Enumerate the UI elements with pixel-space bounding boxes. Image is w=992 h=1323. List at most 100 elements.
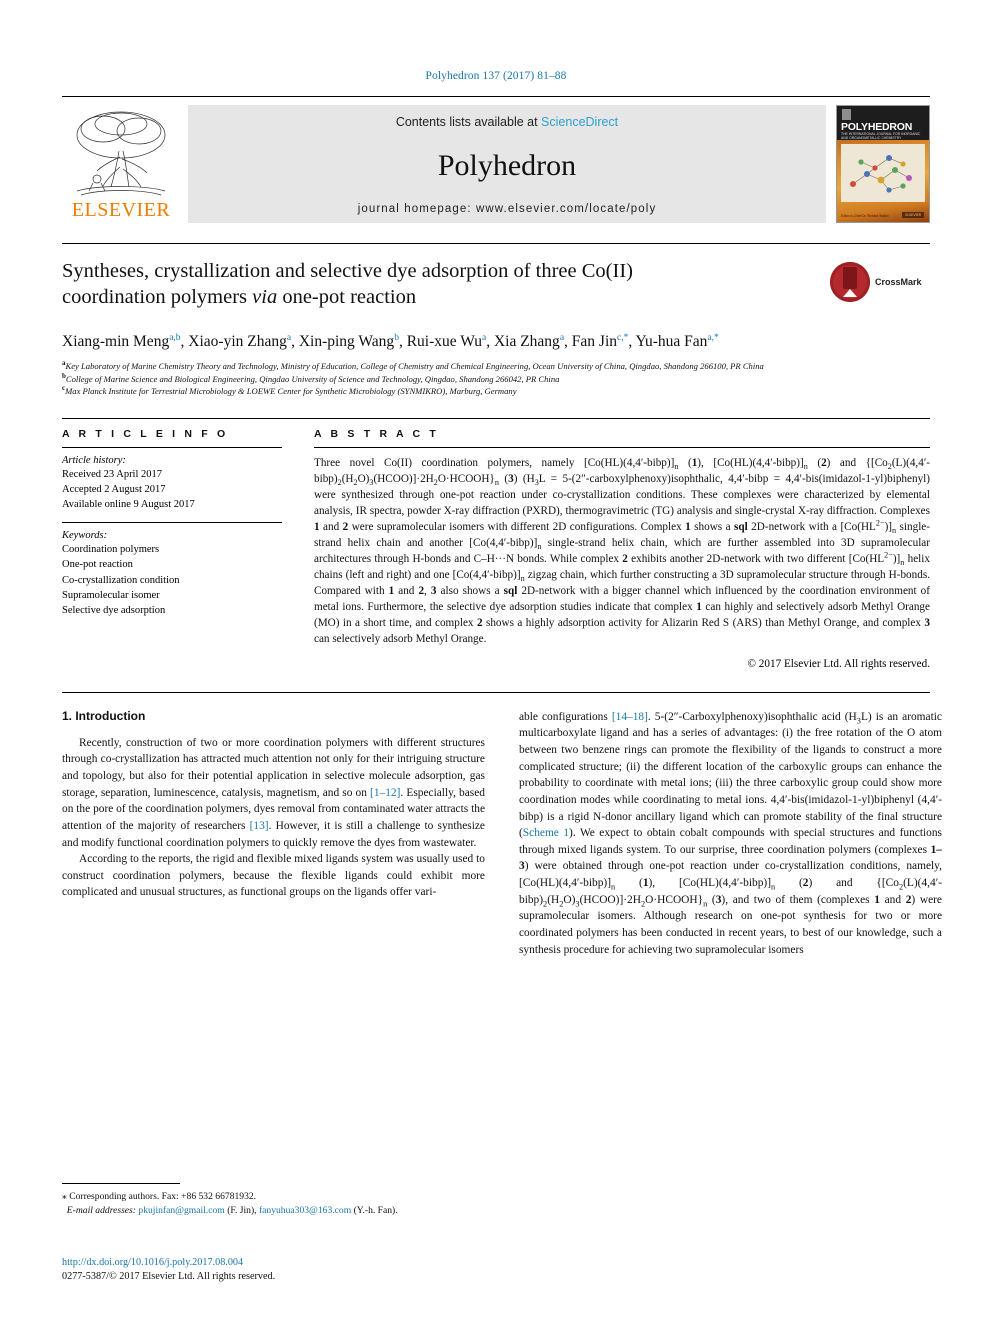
author-affil-marker[interactable]: c,* <box>617 333 628 343</box>
body-divider <box>62 691 930 693</box>
email-owner-1: (F. Jin), <box>227 1204 257 1216</box>
keyword-item: Coordination polymers <box>62 544 160 556</box>
masthead-center: Contents lists available at ScienceDirec… <box>188 105 826 223</box>
scheme-link[interactable]: Scheme 1 <box>523 827 569 839</box>
affiliation-item: bCollege of Marine Science and Biologica… <box>62 372 930 385</box>
elsevier-wordmark: ELSEVIER <box>71 199 171 221</box>
citation-link[interactable]: [1–12] <box>370 787 400 799</box>
author-item: Fan Jinc,* <box>572 333 629 350</box>
section-heading-introduction: 1. Introduction <box>62 708 146 723</box>
cover-publisher-badge: ELSEVIER <box>902 212 924 218</box>
citation-link[interactable]: [13] <box>250 820 269 832</box>
crossmark-badge[interactable]: CrossMark <box>830 260 930 304</box>
title-area: Syntheses, crystallization and selective… <box>62 258 930 320</box>
affiliation-text: Max Planck Institute for Terrestrial Mic… <box>65 386 517 397</box>
author-affil-marker[interactable]: a <box>287 333 291 343</box>
article-page: Polyhedron 137 (2017) 81–88 ELSEVIER Con… <box>0 0 992 1323</box>
body-columns: 1. Introduction Recently, construction o… <box>62 709 942 959</box>
article-info-column: A R T I C L E I N F O Article history: R… <box>62 428 300 619</box>
journal-cover-thumbnail: POLYHEDRON THE INTERNATIONAL JOURNAL FOR… <box>836 105 930 223</box>
contents-prefix: Contents lists available at <box>395 115 542 129</box>
footnote-area: ⁎ Corresponding authors. Fax: +86 532 66… <box>62 1183 485 1218</box>
abstract-column: A B S T R A C T Three novel Co(II) coord… <box>300 428 930 670</box>
doi-block: http://dx.doi.org/10.1016/j.poly.2017.08… <box>62 1256 485 1285</box>
info-abstract-row: A R T I C L E I N F O Article history: R… <box>62 428 930 670</box>
crossmark-icon <box>830 262 870 302</box>
footnote-divider <box>62 1183 180 1184</box>
issn-copyright: 0277-5387/© 2017 Elsevier Ltd. All right… <box>62 1271 276 1283</box>
info-divider <box>62 417 930 419</box>
email-owner-2: (Y.-h. Fan). <box>353 1204 398 1216</box>
author-item: Xiang-min Menga,b <box>62 333 181 350</box>
email-link-1[interactable]: pkujinfan@gmail.com <box>138 1205 224 1216</box>
email-note: E-mail addresses: pkujinfan@gmail.com (F… <box>62 1204 485 1218</box>
title-line-2-italic: via <box>252 286 278 309</box>
title-line-2-post: one-pot reaction <box>277 286 417 309</box>
citation-link[interactable]: [14–18] <box>612 711 648 723</box>
crossmark-label: CrossMark <box>875 276 922 287</box>
author-name: Xin-ping Wang <box>298 333 395 350</box>
affiliation-item: cMax Planck Institute for Terrestrial Mi… <box>62 385 930 397</box>
article-history-item: Received 23 April 2017 <box>62 468 163 480</box>
body-column-right: able configurations [14–18]. 5-(2″-Carbo… <box>519 709 942 959</box>
affiliation-text: Key Laboratory of Marine Chemistry Theor… <box>65 361 764 372</box>
title-divider <box>62 243 930 244</box>
cover-artwork <box>841 144 925 202</box>
intro-paragraph-2-continued: able configurations [14–18]. 5-(2″-Carbo… <box>519 710 942 956</box>
cover-logo-mark <box>842 109 851 120</box>
abstract-heading: A B S T R A C T <box>314 427 439 440</box>
author-name: Xia Zhang <box>493 333 560 350</box>
email-label: E-mail addresses: <box>66 1204 136 1216</box>
page-title: Syntheses, crystallization and selective… <box>62 258 930 310</box>
journal-masthead: ELSEVIER Contents lists available at Sci… <box>62 96 930 223</box>
journal-title: Polyhedron <box>437 149 577 182</box>
keywords-title: Keywords: <box>62 530 108 542</box>
elsevier-tree-icon <box>76 111 166 196</box>
author-item: Xiao-yin Zhanga <box>188 333 291 350</box>
cover-subtitle: THE INTERNATIONAL JOURNAL FOR INORGANIC … <box>841 132 921 140</box>
author-affil-marker[interactable]: b <box>394 333 399 343</box>
author-name: Xiao-yin Zhang <box>188 333 287 350</box>
keyword-item: Supramolecular isomer <box>62 589 160 601</box>
author-item: Xin-ping Wangb <box>299 333 399 350</box>
corresponding-author-note: ⁎ Corresponding authors. Fax: +86 532 66… <box>62 1191 257 1202</box>
author-name: Xiang-min Meng <box>62 333 170 350</box>
author-affil-marker[interactable]: a,* <box>707 333 718 343</box>
journal-homepage-link[interactable]: journal homepage: www.elsevier.com/locat… <box>358 203 657 215</box>
article-info-rule <box>62 446 282 448</box>
author-list: Xiang-min Menga,b, Xiao-yin Zhanga, Xin-… <box>62 332 719 350</box>
author-affil-marker[interactable]: a <box>482 333 486 343</box>
affiliation-text: College of Marine Science and Biological… <box>65 373 560 384</box>
author-item: Xia Zhanga <box>494 333 564 350</box>
author-name: Fan Jin <box>571 333 617 350</box>
contents-available-line: Contents lists available at ScienceDirec… <box>396 115 618 129</box>
article-history-item: Available online 9 August 2017 <box>62 498 195 510</box>
keyword-item: One-pot reaction <box>62 559 133 571</box>
doi-link[interactable]: http://dx.doi.org/10.1016/j.poly.2017.08… <box>62 1256 485 1270</box>
body-column-left: 1. Introduction Recently, construction o… <box>62 709 485 959</box>
author-name: Yu-hua Fan <box>635 333 708 350</box>
email-link-2[interactable]: fanyuhua303@163.com <box>259 1205 351 1216</box>
keywords-rule <box>62 522 282 524</box>
article-history-title: Article history: <box>62 454 126 466</box>
title-line-2-pre: coordination polymers <box>62 286 253 309</box>
article-info-heading: A R T I C L E I N F O <box>62 427 229 440</box>
affiliation-item: aKey Laboratory of Marine Chemistry Theo… <box>62 360 930 372</box>
keyword-item: Co-crystallization condition <box>62 574 180 586</box>
cover-molecule-graphic <box>841 144 925 202</box>
running-head: Polyhedron 137 (2017) 81–88 <box>425 70 567 82</box>
title-line-1: Syntheses, crystallization and selective… <box>62 260 633 282</box>
intro-paragraph-2: According to the reports, the rigid and … <box>62 853 485 899</box>
author-name: Rui-xue Wu <box>406 333 482 350</box>
author-item: Yu-hua Fana,* <box>636 333 719 350</box>
affiliation-list: aKey Laboratory of Marine Chemistry Theo… <box>62 360 930 397</box>
sciencedirect-link[interactable]: ScienceDirect <box>541 115 618 129</box>
article-history-item: Accepted 2 August 2017 <box>62 483 166 495</box>
abstract-copyright: © 2017 Elsevier Ltd. All rights reserved… <box>747 657 931 670</box>
author-affil-marker[interactable]: a <box>560 333 564 343</box>
keyword-item: Selective dye adsorption <box>62 605 166 617</box>
elsevier-logo: ELSEVIER <box>62 105 180 223</box>
abstract-rule <box>314 446 930 448</box>
author-affil-marker[interactable]: a,b <box>169 333 180 343</box>
abstract-body: Three novel Co(II) coordination polymers… <box>314 456 931 645</box>
